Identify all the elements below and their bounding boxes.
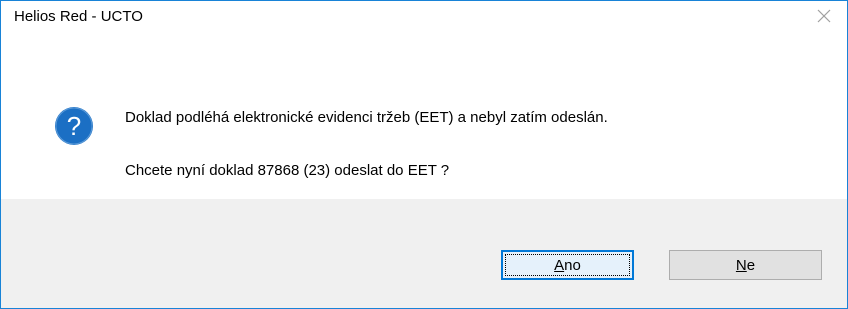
no-accesskey: N	[735, 256, 747, 274]
message-text-line-1: Doklad podléhá elektronické evidenci trž…	[125, 109, 608, 126]
title-bar[interactable]: Helios Red - UCTO	[1, 1, 847, 31]
close-button[interactable]	[801, 1, 847, 31]
no-button[interactable]: Ne	[669, 250, 822, 280]
no-button-label: Ne	[736, 258, 755, 273]
message-area: ? Doklad podléhá elektronické evidenci t…	[1, 31, 847, 199]
message-text-line-2: Chcete nyní doklad 87868 (23) odeslat do…	[125, 162, 450, 179]
svg-text:?: ?	[67, 111, 81, 141]
yes-label-rest: no	[564, 256, 581, 274]
yes-button-label: Ano	[554, 258, 581, 273]
yes-button[interactable]: Ano	[501, 250, 634, 280]
question-icon: ?	[55, 107, 93, 145]
window-title: Helios Red - UCTO	[14, 8, 143, 25]
close-icon	[817, 9, 831, 23]
yes-accesskey: A	[554, 256, 565, 274]
button-bar: Ano Ne	[1, 199, 847, 308]
no-label-rest: e	[746, 256, 756, 274]
message-dialog: Helios Red - UCTO ? Doklad podléhá elekt…	[0, 0, 848, 309]
